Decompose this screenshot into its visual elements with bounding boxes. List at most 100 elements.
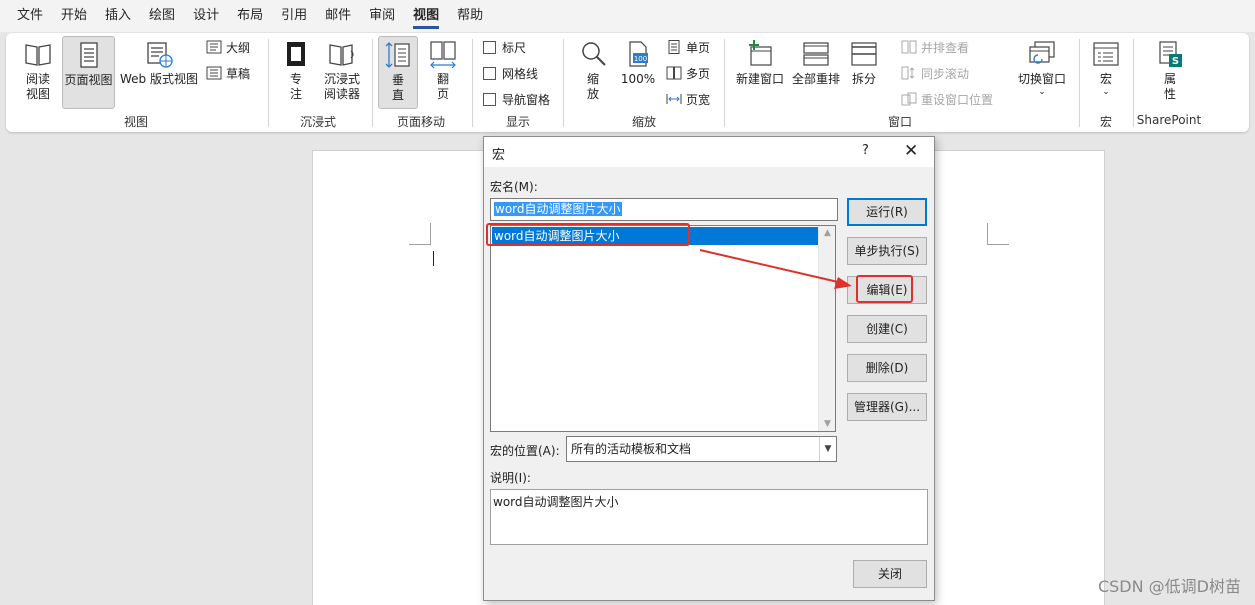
ruler-checkbox[interactable]: 标尺 xyxy=(483,38,526,56)
immersive-reader-button[interactable]: 沉浸式 阅读器 xyxy=(318,39,366,102)
macro-list[interactable]: word自动调整图片大小 ▲ ▼ xyxy=(490,225,836,432)
help-icon[interactable]: ? xyxy=(862,143,869,158)
separator xyxy=(268,39,269,127)
page-icon xyxy=(79,42,98,68)
views-group-label: 视图 xyxy=(123,115,148,129)
annotation-highlight-edit-button xyxy=(856,275,913,303)
immersive-reader-label-2: 阅读器 xyxy=(323,87,360,101)
multiple-pages-icon xyxy=(666,66,682,80)
focus-button[interactable]: 专 注 xyxy=(278,39,314,102)
menu-insert[interactable]: 插入 xyxy=(96,0,140,32)
properties-button[interactable]: S 属 性 xyxy=(1152,39,1188,102)
delete-button[interactable]: 删除(D) xyxy=(847,354,927,382)
macros-in-select[interactable]: 所有的活动模板和文档 ▼ xyxy=(566,436,837,462)
macro-name-label: 宏名(M): xyxy=(490,180,538,194)
description-field[interactable]: word自动调整图片大小 xyxy=(490,489,928,545)
menu-review[interactable]: 审阅 xyxy=(360,0,404,32)
organizer-button[interactable]: 管理器(G)... xyxy=(847,393,927,421)
zoom-100-label: 100% xyxy=(620,72,656,86)
menu-draw[interactable]: 绘图 xyxy=(140,0,184,32)
draft-button[interactable]: 草稿 xyxy=(206,64,250,82)
show-group-label: 显示 xyxy=(505,115,530,129)
sync-scroll-label: 同步滚动 xyxy=(921,66,970,81)
macro-name-input[interactable]: word自动调整图片大小 xyxy=(490,198,838,221)
page-movement-group-label: 页面移动 xyxy=(396,115,445,129)
svg-text:100: 100 xyxy=(634,55,647,63)
gridlines-checkbox[interactable]: 网格线 xyxy=(483,64,538,82)
watermark: CSDN @低调D树苗 xyxy=(1097,577,1241,596)
description-label: 说明(I): xyxy=(490,471,531,485)
step-into-button[interactable]: 单步执行(S) xyxy=(847,237,927,265)
outline-button[interactable]: 大纲 xyxy=(206,38,250,56)
split-label: 拆分 xyxy=(851,72,876,86)
menu-mailings[interactable]: 邮件 xyxy=(316,0,360,32)
macros-icon xyxy=(1093,42,1119,66)
menu-view[interactable]: 视图 xyxy=(404,0,448,32)
svg-text:S: S xyxy=(1172,56,1179,67)
read-mode-label-1: 阅读 xyxy=(25,72,50,86)
gridlines-check-box[interactable] xyxy=(483,66,496,80)
side-to-side-button[interactable]: 翻 页 xyxy=(424,39,462,102)
chevron-down-icon[interactable]: ▼ xyxy=(819,437,836,461)
side-to-side-icon xyxy=(430,41,456,69)
close-icon[interactable]: ✕ xyxy=(904,141,918,161)
one-page-button[interactable]: 单页 xyxy=(666,38,710,56)
vertical-button[interactable]: 垂 直 xyxy=(378,36,418,109)
reset-window-icon xyxy=(901,92,917,106)
multiple-pages-button[interactable]: 多页 xyxy=(666,64,710,82)
menu-help[interactable]: 帮助 xyxy=(448,0,492,32)
arrange-all-label: 全部重排 xyxy=(791,72,840,86)
read-mode-label-2: 视图 xyxy=(25,87,50,101)
new-window-button[interactable]: 新建窗口 xyxy=(732,39,788,87)
nav-pane-checkbox[interactable]: 导航窗格 xyxy=(483,90,550,108)
side-to-side-label-2: 页 xyxy=(436,87,449,101)
close-button[interactable]: 关闭 xyxy=(853,560,927,588)
vertical-label-1: 垂 xyxy=(391,73,404,87)
menu-references[interactable]: 引用 xyxy=(272,0,316,32)
scroll-down-icon[interactable]: ▼ xyxy=(819,419,836,429)
immersive-reader-label-1: 沉浸式 xyxy=(323,72,360,86)
magnifier-icon xyxy=(582,42,606,66)
gridlines-label: 网格线 xyxy=(502,66,539,81)
print-layout-button[interactable]: 页面视图 xyxy=(62,36,115,109)
read-mode-button[interactable]: 阅读 视图 xyxy=(18,39,58,102)
reset-window-position-button[interactable]: 重设窗口位置 xyxy=(901,90,993,108)
sync-scroll-button[interactable]: 同步滚动 xyxy=(901,64,969,82)
list-scrollbar[interactable]: ▲ ▼ xyxy=(818,226,835,431)
run-button[interactable]: 运行(R) xyxy=(847,198,927,226)
split-button[interactable]: 拆分 xyxy=(846,39,882,87)
macros-button[interactable]: 宏 ⌄ xyxy=(1088,39,1124,97)
zoom-group-label: 缩放 xyxy=(631,115,656,129)
window-group-label: 窗口 xyxy=(887,115,912,129)
menu-design[interactable]: 设计 xyxy=(184,0,228,32)
zoom-100-icon: 100 xyxy=(629,41,648,67)
menu-file[interactable]: 文件 xyxy=(8,0,52,32)
arrange-all-button[interactable]: 全部重排 xyxy=(788,39,844,87)
scroll-up-icon[interactable]: ▲ xyxy=(819,228,836,238)
macro-name-value: word自动调整图片大小 xyxy=(494,202,622,216)
zoom-button[interactable]: 缩 放 xyxy=(576,39,610,102)
dialog-title: 宏 xyxy=(492,148,506,163)
vertical-scroll-icon xyxy=(385,42,410,68)
multiple-pages-label: 多页 xyxy=(686,66,711,81)
side-to-side-label-1: 翻 xyxy=(436,72,449,86)
web-layout-button[interactable]: Web 版式视图 xyxy=(118,39,200,87)
description-value: word自动调整图片大小 xyxy=(493,495,619,509)
ruler-check-box[interactable] xyxy=(483,40,496,54)
separator xyxy=(1079,39,1080,127)
menu-home[interactable]: 开始 xyxy=(52,0,96,32)
zoom-100-button[interactable]: 100 100% xyxy=(618,39,658,87)
view-side-by-side-button[interactable]: 并排查看 xyxy=(901,38,969,56)
macros-group-label: 宏 xyxy=(1099,115,1112,129)
create-button[interactable]: 创建(C) xyxy=(847,315,927,343)
vertical-label-2: 直 xyxy=(391,88,404,102)
separator xyxy=(472,39,473,127)
outline-icon xyxy=(206,40,222,54)
menu-layout[interactable]: 布局 xyxy=(228,0,272,32)
switch-windows-icon xyxy=(1029,41,1055,64)
nav-pane-check-box[interactable] xyxy=(483,92,496,106)
separator xyxy=(563,39,564,127)
page-width-button[interactable]: 页宽 xyxy=(666,90,710,108)
switch-windows-button[interactable]: 切换窗口 ⌄ xyxy=(1014,39,1070,97)
new-window-label: 新建窗口 xyxy=(735,72,784,86)
